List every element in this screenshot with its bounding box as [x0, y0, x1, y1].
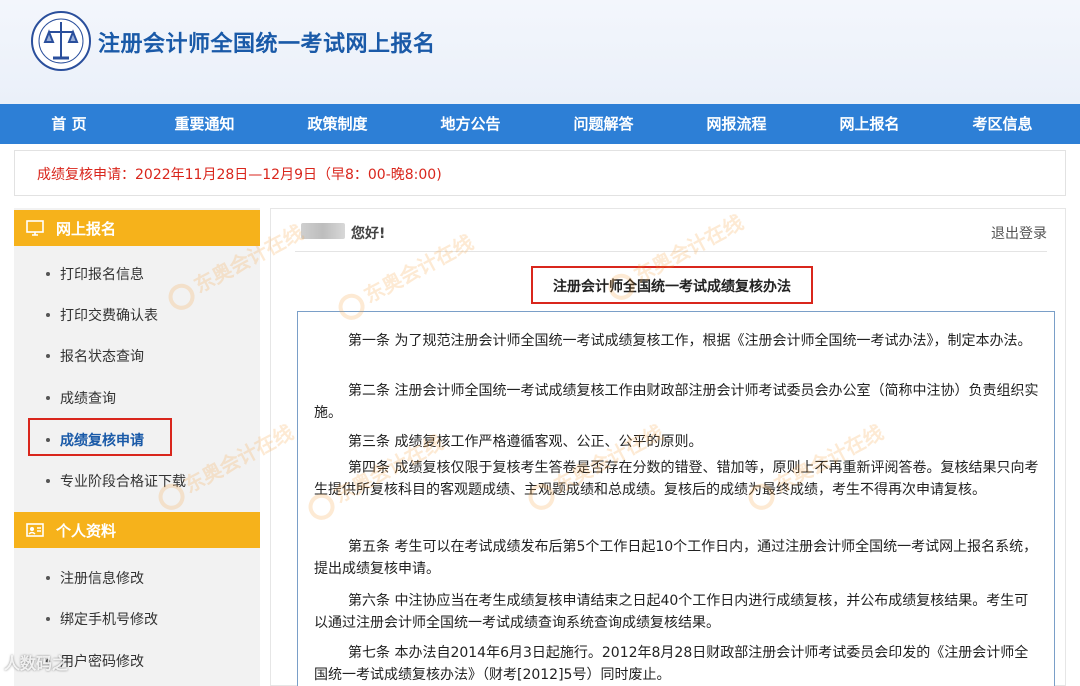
- article-3: 第三条 成绩复核工作严格遵循客观、公正、公平的原则。: [348, 434, 703, 450]
- sidebar-item-label: 专业阶段合格证下载: [60, 474, 186, 490]
- id-card-icon: [26, 523, 44, 537]
- sidebar-item-edit-registration[interactable]: 注册信息修改: [46, 568, 144, 588]
- sidebar-section-profile: 个人资料: [14, 512, 260, 548]
- notice-banner: 成绩复核申请：2022年11月28日—12月9日（早8：00-晚8:00): [14, 150, 1066, 196]
- sidebar-item-label: 绑定手机号修改: [60, 612, 158, 628]
- sidebar-item-label: 打印报名信息: [60, 267, 144, 283]
- regulation-text-box[interactable]: 第一条 为了规范注册会计师全国统一考试成绩复核工作，根据《注册会计师全国统一考试…: [297, 311, 1055, 686]
- monitor-icon: [26, 220, 44, 236]
- article-2: 第二条 注册会计师全国统一考试成绩复核工作由财政部注册会计师考试委员会办公室（简…: [314, 383, 1039, 421]
- sidebar-item-label: 成绩查询: [60, 391, 116, 407]
- bullet-icon: [46, 313, 50, 317]
- greeting-text: 您好!: [351, 226, 386, 242]
- username-blurred: [301, 223, 345, 239]
- sidebar-item-label: 用户密码修改: [60, 654, 144, 670]
- doc-title-highlight: 注册会计师全国统一考试成绩复核办法: [531, 266, 813, 304]
- nav-home[interactable]: 首 页: [0, 104, 138, 144]
- site-title: 注册会计师全国统一考试网上报名: [98, 32, 436, 57]
- bullet-icon: [46, 479, 50, 483]
- sidebar-item-certificate-download[interactable]: 专业阶段合格证下载: [46, 471, 186, 491]
- article-6: 第六条 中注协应当在考生成绩复核申请结束之日起40个工作日内进行成绩复核，并公布…: [314, 593, 1029, 631]
- sidebar-item-score-query[interactable]: 成绩查询: [46, 388, 116, 408]
- article-5: 第五条 考生可以在考试成绩发布后第5个工作日起10个工作日内，通过注册会计师全国…: [314, 539, 1038, 577]
- logout-link[interactable]: 退出登录: [991, 223, 1047, 243]
- sidebar-section-title: 个人资料: [56, 522, 117, 540]
- bullet-icon: [46, 354, 50, 358]
- institute-emblem-icon[interactable]: [30, 10, 92, 72]
- main-panel: 您好! 退出登录 注册会计师全国统一考试成绩复核办法 第一条 为了规范注册会计师…: [270, 208, 1066, 686]
- nav-online-registration[interactable]: 网上报名: [803, 104, 936, 144]
- article-1: 第一条 为了规范注册会计师全国统一考试成绩复核工作，根据《注册会计师全国统一考试…: [348, 333, 1032, 349]
- bullet-icon: [46, 617, 50, 621]
- article-7: 第七条 本办法自2014年6月3日起施行。2012年8月28日财政部注册会计师考…: [314, 645, 1029, 683]
- sidebar-item-print-info[interactable]: 打印报名信息: [46, 264, 144, 284]
- sidebar-item-status-query[interactable]: 报名状态查询: [46, 346, 144, 366]
- bullet-icon: [46, 576, 50, 580]
- bullet-icon: [46, 396, 50, 400]
- bullet-icon: [46, 272, 50, 276]
- sidebar-section-title: 网上报名: [56, 220, 117, 238]
- divider: [295, 251, 1047, 252]
- notice-text[interactable]: 成绩复核申请：2022年11月28日—12月9日（早8：00-晚8:00): [37, 164, 442, 184]
- main-nav: 首 页 重要通知 政策制度 地方公告 问题解答 网报流程 网上报名 考区信息: [0, 104, 1080, 144]
- nav-exam-area[interactable]: 考区信息: [936, 104, 1069, 144]
- nav-notices[interactable]: 重要通知: [138, 104, 271, 144]
- sidebar-item-edit-phone[interactable]: 绑定手机号修改: [46, 609, 158, 629]
- site-header: 注册会计师全国统一考试网上报名: [0, 0, 1080, 104]
- sidebar-item-label: 打印交费确认表: [60, 308, 158, 324]
- nav-local-announcements[interactable]: 地方公告: [404, 104, 537, 144]
- active-item-highlight: [28, 418, 172, 456]
- nav-faq[interactable]: 问题解答: [537, 104, 670, 144]
- sidebar-item-label: 注册信息修改: [60, 571, 144, 587]
- sidebar-item-label: 报名状态查询: [60, 349, 144, 365]
- sidebar-item-print-payment[interactable]: 打印交费确认表: [46, 305, 158, 325]
- article-4: 第四条 成绩复核仅限于复核考生答卷是否存在分数的错登、错加等，原则上不再重新评阅…: [314, 460, 1039, 498]
- nav-policies[interactable]: 政策制度: [271, 104, 404, 144]
- sidebar-section-registration: 网上报名: [14, 210, 260, 246]
- nav-process[interactable]: 网报流程: [670, 104, 803, 144]
- corner-watermark: 人数码之: [4, 654, 69, 673]
- doc-title: 注册会计师全国统一考试成绩复核办法: [553, 279, 791, 295]
